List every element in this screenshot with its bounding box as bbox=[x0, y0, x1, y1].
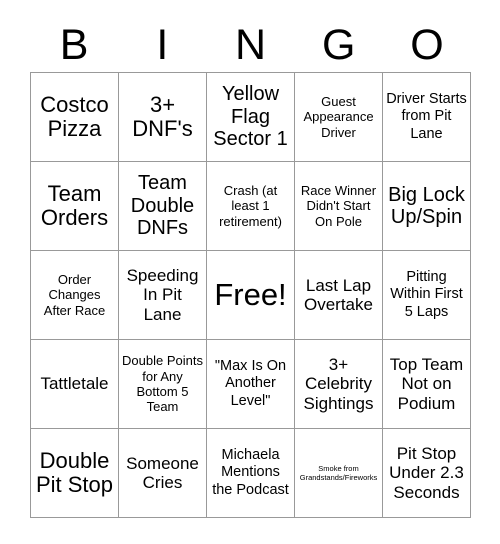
bingo-cell[interactable]: Pit Stop Under 2.3 Seconds bbox=[383, 429, 471, 518]
bingo-cell[interactable]: Tattletale bbox=[31, 340, 119, 429]
bingo-cell-label: Tattletale bbox=[40, 374, 109, 394]
bingo-cell-free[interactable]: Free! bbox=[207, 251, 295, 340]
bingo-cell[interactable]: Last Lap Overtake bbox=[295, 251, 383, 340]
bingo-cell[interactable]: Pitting Within First 5 Laps bbox=[383, 251, 471, 340]
bingo-cell[interactable]: Crash (at least 1 retirement) bbox=[207, 162, 295, 251]
bingo-cell[interactable]: "Max Is On Another Level" bbox=[207, 340, 295, 429]
bingo-cell[interactable]: Yellow Flag Sector 1 bbox=[207, 73, 295, 162]
bingo-cell-label: Driver Starts from Pit Lane bbox=[386, 91, 467, 142]
bingo-cell[interactable]: Top Team Not on Podium bbox=[383, 340, 471, 429]
bingo-card: B I N G O Costco Pizza 3+ DNF's Yellow F… bbox=[0, 0, 500, 544]
bingo-cell[interactable]: Double Pit Stop bbox=[31, 429, 119, 518]
bingo-cell-label: "Max Is On Another Level" bbox=[214, 358, 287, 409]
bingo-cell-label: Top Team Not on Podium bbox=[389, 354, 464, 413]
bingo-header: B I N G O bbox=[30, 18, 471, 72]
bingo-cell[interactable]: 3+ DNF's bbox=[119, 73, 207, 162]
bingo-cell-label: 3+ DNF's bbox=[132, 91, 193, 141]
bingo-cell-label: Order Changes After Race bbox=[43, 272, 106, 318]
header-letter-i: I bbox=[156, 20, 169, 69]
bingo-cell-label: Someone Cries bbox=[126, 453, 199, 492]
bingo-cell[interactable]: Driver Starts from Pit Lane bbox=[383, 73, 471, 162]
bingo-cell-label: Yellow Flag Sector 1 bbox=[213, 83, 288, 151]
bingo-cell-label: Free! bbox=[214, 277, 287, 313]
bingo-cell-label: Last Lap Overtake bbox=[304, 275, 373, 314]
bingo-cell[interactable]: Order Changes After Race bbox=[31, 251, 119, 340]
bingo-cell-label: Team Double DNFs bbox=[130, 172, 195, 240]
bingo-cell[interactable]: Someone Cries bbox=[119, 429, 207, 518]
bingo-cell[interactable]: Double Points for Any Bottom 5 Team bbox=[119, 340, 207, 429]
bingo-cell-label: Pitting Within First 5 Laps bbox=[390, 269, 463, 320]
bingo-cell-label: Costco Pizza bbox=[40, 91, 109, 141]
bingo-cell[interactable]: 3+ Celebrity Sightings bbox=[295, 340, 383, 429]
header-letter-n: N bbox=[234, 20, 267, 69]
bingo-cell-label: Pit Stop Under 2.3 Seconds bbox=[389, 443, 464, 502]
bingo-cell-label: Smoke from Grandstands/Fireworks bbox=[299, 463, 378, 482]
bingo-cell[interactable]: Costco Pizza bbox=[31, 73, 119, 162]
bingo-cell[interactable]: Team Orders bbox=[31, 162, 119, 251]
bingo-cell-label: Race Winner Didn't Start On Pole bbox=[300, 183, 377, 229]
bingo-cell[interactable]: Michaela Mentions the Podcast bbox=[207, 429, 295, 518]
bingo-cell-label: Michaela Mentions the Podcast bbox=[212, 447, 289, 498]
bingo-cell-label: Double Points for Any Bottom 5 Team bbox=[122, 353, 203, 415]
bingo-cell-label: Crash (at least 1 retirement) bbox=[219, 183, 282, 229]
header-letter-b: B bbox=[59, 20, 89, 69]
bingo-cell[interactable]: Guest Appearance Driver bbox=[295, 73, 383, 162]
bingo-cell[interactable]: Race Winner Didn't Start On Pole bbox=[295, 162, 383, 251]
bingo-grid: Costco Pizza 3+ DNF's Yellow Flag Sector… bbox=[30, 72, 471, 518]
bingo-cell[interactable]: Speeding In Pit Lane bbox=[119, 251, 207, 340]
bingo-cell[interactable]: Team Double DNFs bbox=[119, 162, 207, 251]
bingo-cell-label: Team Orders bbox=[40, 180, 109, 230]
bingo-cell[interactable]: Smoke from Grandstands/Fireworks bbox=[295, 429, 383, 518]
bingo-cell-label: 3+ Celebrity Sightings bbox=[303, 354, 374, 413]
bingo-cell[interactable]: Big Lock Up/Spin bbox=[383, 162, 471, 251]
header-letter-o: O bbox=[410, 20, 444, 69]
header-letter-g: G bbox=[321, 20, 356, 69]
bingo-cell-label: Big Lock Up/Spin bbox=[388, 183, 465, 228]
bingo-cell-label: Guest Appearance Driver bbox=[303, 94, 374, 140]
bingo-cell-label: Double Pit Stop bbox=[35, 447, 114, 497]
bingo-cell-label: Speeding In Pit Lane bbox=[126, 265, 199, 324]
